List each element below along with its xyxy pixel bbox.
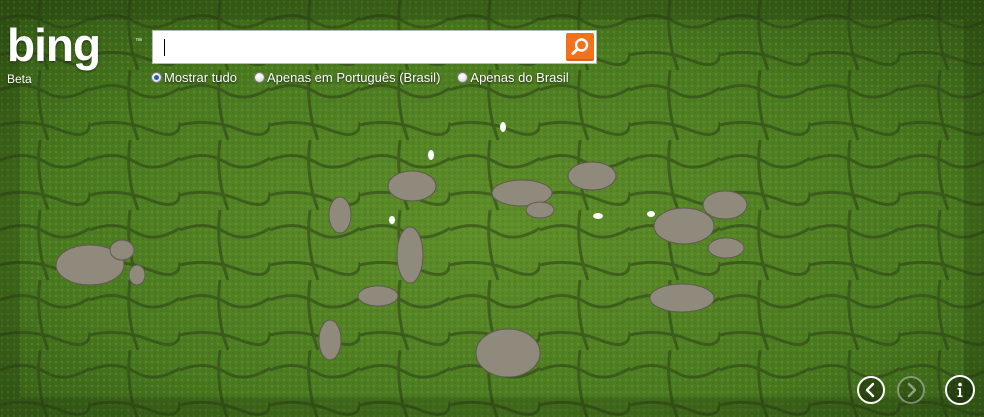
- next-image-button[interactable]: [897, 376, 925, 404]
- radio-button[interactable]: [253, 71, 265, 83]
- search-button[interactable]: [566, 33, 594, 61]
- search-icon: [571, 38, 589, 55]
- search-box: [152, 30, 597, 64]
- logo-wordmark: bing: [7, 19, 101, 71]
- scope-option-all[interactable]: Mostrar tudo: [151, 70, 237, 85]
- scope-option-portuguese[interactable]: Apenas em Português (Brasil): [253, 69, 441, 85]
- search-input[interactable]: [153, 31, 558, 63]
- scope-option-label: Apenas em Português (Brasil): [266, 69, 441, 85]
- homepage: bing ™ Beta Mostrar tudo Apenas em Portu…: [0, 0, 984, 417]
- search-scope-options: Mostrar tudo Apenas em Português (Brasil…: [151, 68, 586, 86]
- scope-option-label: Mostrar tudo: [164, 69, 237, 85]
- previous-image-button[interactable]: [857, 376, 885, 404]
- chevron-right-icon: [907, 382, 917, 398]
- radio-button[interactable]: [457, 71, 469, 83]
- trademark-mark: ™: [135, 38, 142, 45]
- info-icon: [957, 382, 963, 397]
- image-info-button[interactable]: [945, 375, 975, 405]
- bing-logo[interactable]: bing ™ Beta: [7, 19, 147, 94]
- text-cursor: [164, 39, 165, 56]
- scope-option-label: Apenas do Brasil: [470, 69, 569, 85]
- beta-badge: Beta: [7, 72, 32, 86]
- scope-option-brazil[interactable]: Apenas do Brasil: [457, 69, 569, 85]
- radio-button[interactable]: [151, 71, 162, 83]
- chevron-left-icon: [865, 382, 875, 398]
